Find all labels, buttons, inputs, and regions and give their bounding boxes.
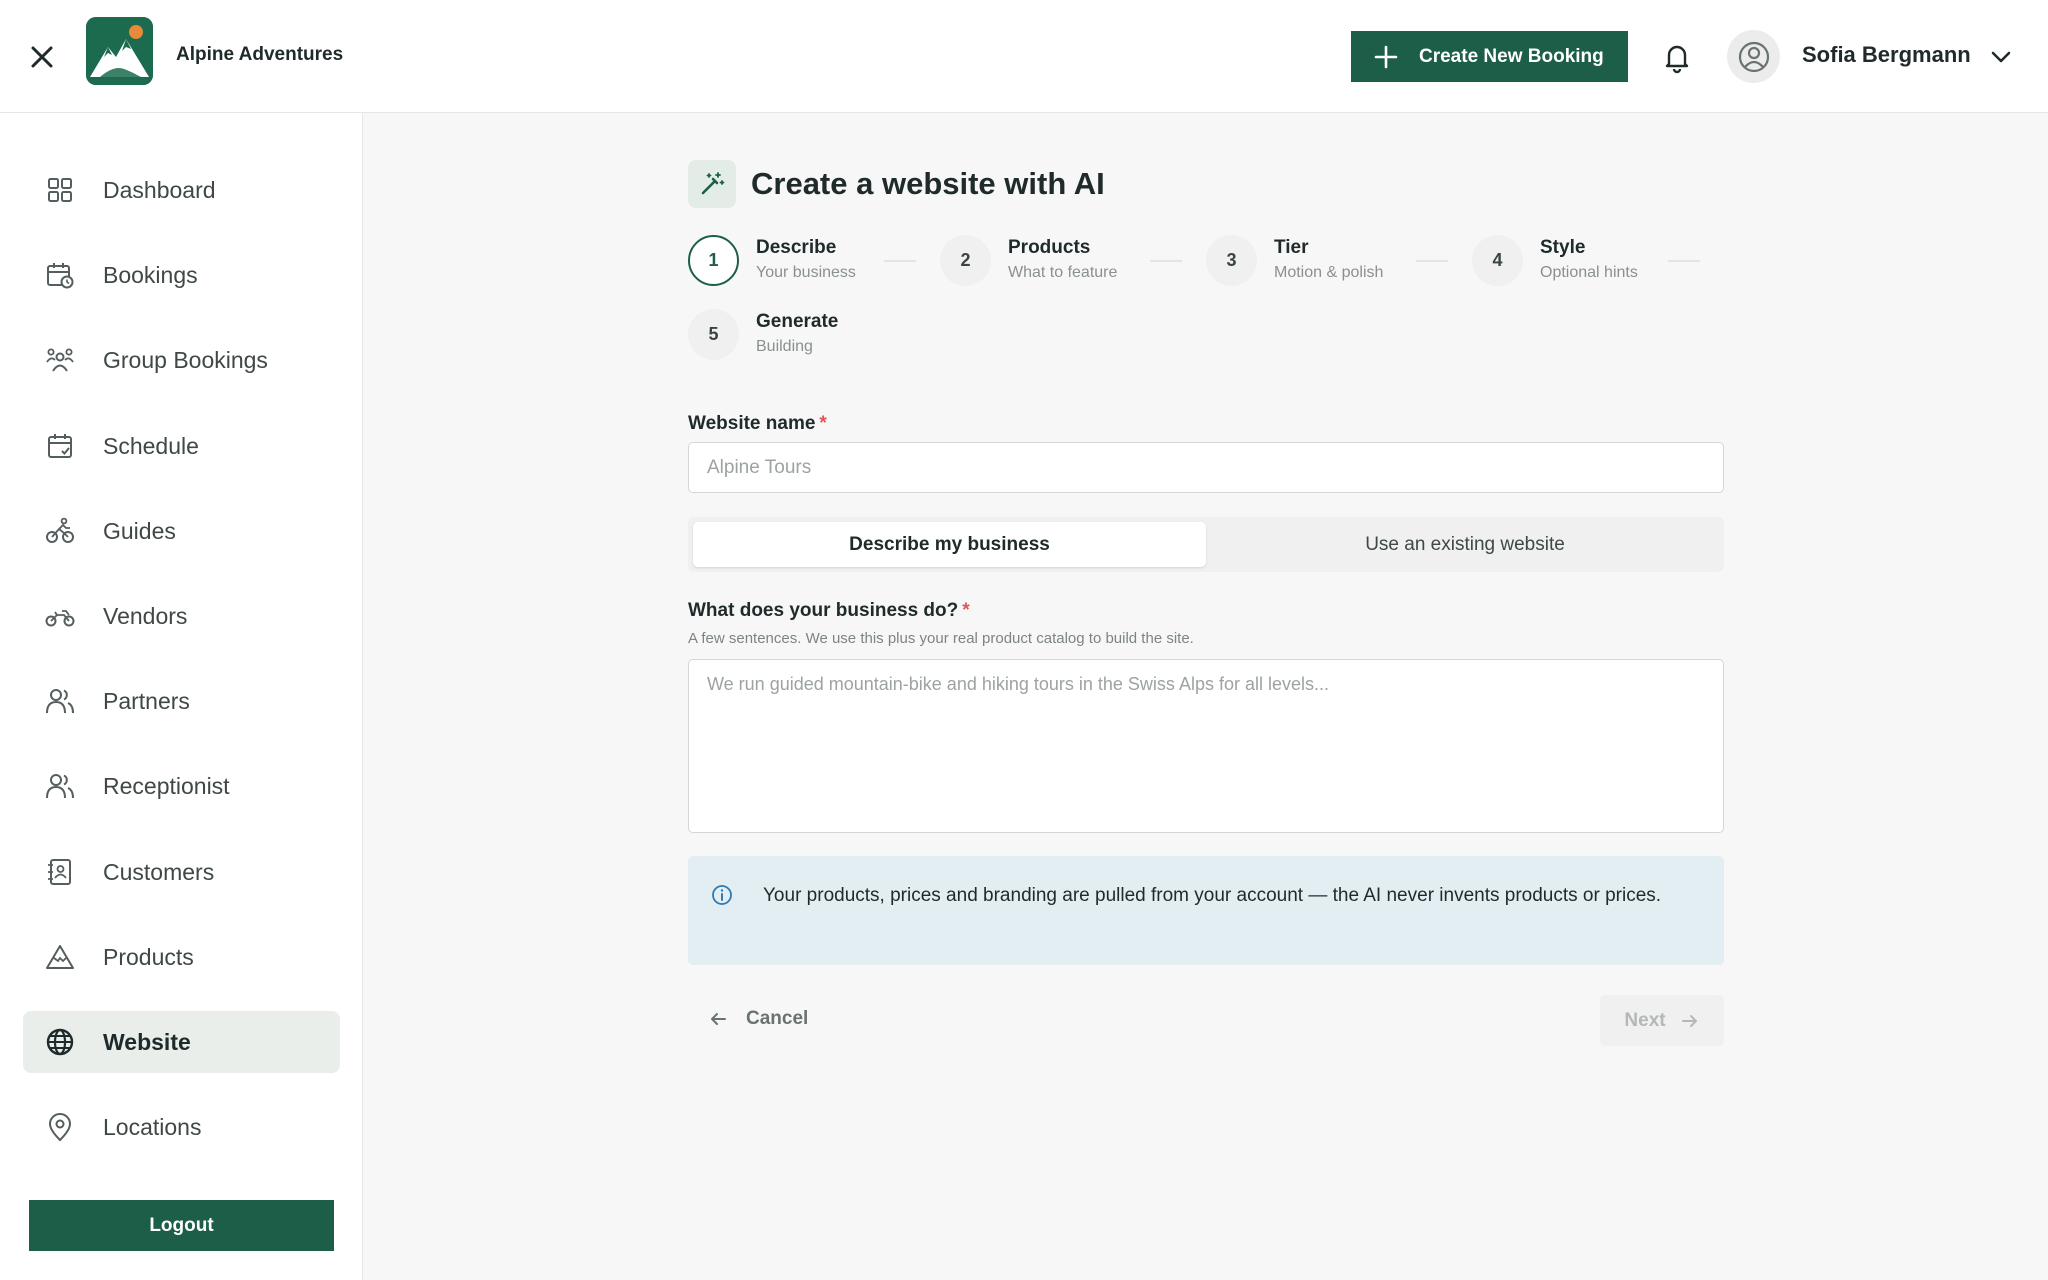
sidebar-item-label: Products: [103, 943, 194, 970]
sidebar-item-label: Bookings: [103, 261, 198, 288]
arrow-left-icon: [711, 1013, 726, 1025]
describe-business-tab[interactable]: Describe my business: [693, 522, 1206, 567]
info-icon: [712, 885, 732, 905]
step-number: 1: [688, 235, 739, 286]
sidebar-item-partners[interactable]: Partners: [23, 670, 340, 732]
step-connector: [1416, 260, 1448, 262]
required-mark: *: [962, 600, 970, 621]
motorbike-icon: [45, 610, 75, 627]
avatar[interactable]: [1727, 30, 1780, 83]
user-name: Sofia Bergmann: [1802, 42, 1971, 67]
users-icon: [46, 689, 74, 714]
sidebar-item-bookings[interactable]: Bookings: [23, 244, 340, 306]
next-button[interactable]: Next: [1600, 995, 1724, 1046]
brand-name: Alpine Adventures: [176, 44, 344, 65]
close-icon[interactable]: [27, 42, 57, 72]
sidebar-item-customers[interactable]: Customers: [23, 841, 340, 903]
sidebar-item-label: Partners: [103, 687, 190, 714]
step-subtitle: Optional hints: [1540, 264, 1638, 281]
chevron-down-icon[interactable]: [1989, 45, 2013, 69]
info-text: Your products, prices and branding are p…: [763, 885, 1662, 906]
cancel-label: Cancel: [746, 1008, 809, 1029]
required-mark: *: [819, 413, 827, 434]
sidebar: Dashboard Bookings Group Bookings Schedu…: [0, 113, 363, 1280]
step-connector: [884, 260, 916, 262]
step-number: 5: [688, 309, 739, 360]
business-help-text: A few sentences. We use this plus your r…: [688, 630, 1194, 647]
step-generate[interactable]: 5 Generate Building: [688, 309, 838, 360]
step-subtitle: Motion & polish: [1274, 264, 1384, 281]
sidebar-item-label: Website: [103, 1028, 191, 1055]
calendar-check-icon: [48, 434, 72, 458]
sidebar-item-products[interactable]: Products: [23, 926, 340, 988]
step-style[interactable]: 4 Style Optional hints: [1472, 235, 1638, 286]
step-connector: [1668, 260, 1700, 262]
sidebar-item-vendors[interactable]: Vendors: [23, 585, 340, 647]
arrow-right-icon: [1681, 1014, 1697, 1027]
top-header: Alpine Adventures Create New Booking Sof…: [0, 0, 2048, 113]
sidebar-item-label: Customers: [103, 858, 215, 885]
step-number: 3: [1206, 235, 1257, 286]
page-title: Create a website with AI: [751, 166, 1105, 201]
map-pin-icon: [48, 1113, 72, 1142]
mountain-icon: [46, 945, 74, 969]
sidebar-item-label: Group Bookings: [103, 346, 268, 373]
info-notice: Your products, prices and branding are p…: [688, 856, 1724, 965]
step-title: Style: [1540, 237, 1586, 258]
mode-toggle: Describe my business Use an existing web…: [688, 517, 1724, 572]
magic-wand-icon: [688, 160, 736, 208]
create-new-booking-button[interactable]: Create New Booking: [1351, 31, 1628, 82]
step-number: 2: [940, 235, 991, 286]
page-header: Create a website with AI: [688, 160, 1105, 208]
step-describe[interactable]: 1 Describe Your business: [688, 235, 856, 286]
sidebar-item-schedule[interactable]: Schedule: [23, 415, 340, 477]
sidebar-item-guides[interactable]: Guides: [23, 500, 340, 562]
sidebar-item-label: Receptionist: [103, 772, 230, 799]
step-subtitle: Building: [756, 338, 813, 355]
sidebar-item-website[interactable]: Website: [23, 1011, 340, 1073]
step-tier[interactable]: 3 Tier Motion & polish: [1206, 235, 1383, 286]
cancel-button[interactable]: Cancel: [708, 1008, 808, 1030]
step-number: 4: [1472, 235, 1523, 286]
sidebar-item-locations[interactable]: Locations: [23, 1096, 340, 1158]
sidebar-item-label: Guides: [103, 517, 176, 544]
brand-logo: [86, 17, 153, 85]
business-label: What does your business do? *: [688, 600, 970, 622]
step-subtitle: What to feature: [1008, 264, 1118, 281]
sidebar-item-label: Schedule: [103, 432, 199, 459]
business-description-textarea[interactable]: [688, 659, 1724, 833]
step-title: Generate: [756, 311, 839, 332]
step-title: Describe: [756, 237, 837, 258]
step-products[interactable]: 2 Products What to feature: [940, 235, 1117, 286]
website-name-label-text: Website name: [688, 413, 816, 434]
bike-person-icon: [46, 517, 74, 543]
create-new-booking-label: Create New Booking: [1419, 45, 1604, 67]
bell-icon[interactable]: [1660, 40, 1694, 74]
existing-website-tab[interactable]: Use an existing website: [1211, 522, 1719, 567]
logout-button[interactable]: Logout: [29, 1200, 334, 1251]
plus-icon: [1374, 45, 1398, 68]
step-title: Products: [1008, 237, 1091, 258]
next-label: Next: [1624, 1009, 1666, 1031]
step-connector: [1150, 260, 1182, 262]
group-icon: [46, 348, 74, 372]
calendar-clock-icon: [47, 263, 74, 289]
sidebar-item-label: Dashboard: [103, 176, 216, 203]
sidebar-item-label: Locations: [103, 1113, 202, 1140]
grid-icon: [48, 178, 72, 202]
sidebar-item-receptionist[interactable]: Receptionist: [23, 755, 340, 817]
step-title: Tier: [1274, 237, 1309, 258]
sidebar-item-label: Vendors: [103, 602, 188, 629]
step-subtitle: Your business: [756, 264, 856, 281]
sidebar-item-dashboard[interactable]: Dashboard: [23, 159, 340, 221]
users-icon: [46, 774, 74, 799]
sidebar-item-group-bookings[interactable]: Group Bookings: [23, 329, 340, 391]
user-circle-icon: [1738, 41, 1769, 72]
globe-icon: [46, 1028, 74, 1056]
business-label-text: What does your business do?: [688, 600, 959, 621]
website-name-input[interactable]: [688, 442, 1724, 493]
website-name-label: Website name *: [688, 413, 827, 435]
contact-card-icon: [48, 859, 71, 885]
